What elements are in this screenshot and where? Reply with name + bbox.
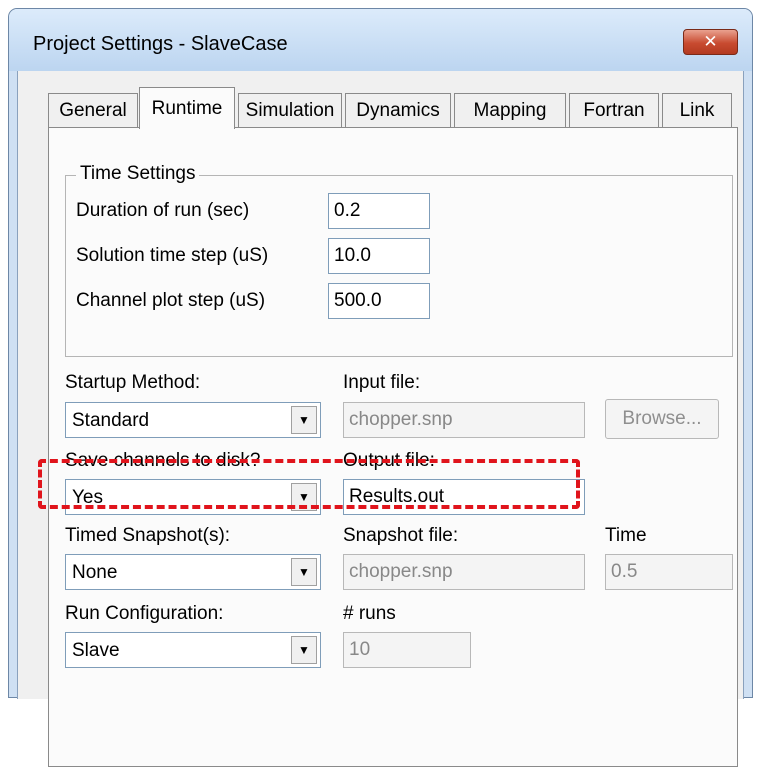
- chevron-down-icon[interactable]: ▼: [291, 406, 317, 434]
- browse-label: Browse...: [622, 408, 702, 429]
- browse-button[interactable]: Browse...: [605, 399, 719, 439]
- timed-snapshot-label: Timed Snapshot(s):: [65, 525, 231, 546]
- chevron-down-icon[interactable]: ▼: [291, 558, 317, 586]
- tab-general[interactable]: General: [48, 93, 138, 128]
- close-icon: ✕: [703, 32, 718, 51]
- output-file-input[interactable]: [343, 479, 585, 515]
- tab-dynamics[interactable]: Dynamics: [345, 93, 451, 128]
- tab-runtime[interactable]: Runtime: [139, 87, 235, 129]
- duration-input[interactable]: [328, 193, 430, 229]
- tab-link[interactable]: Link: [662, 93, 732, 128]
- save-channels-select[interactable]: Yes ▼: [65, 479, 321, 515]
- startup-method-label: Startup Method:: [65, 372, 201, 393]
- time-settings-group: Time Settings Duration of run (sec) Solu…: [65, 163, 733, 357]
- tab-label: Runtime: [151, 97, 223, 119]
- chevron-down-icon[interactable]: ▼: [291, 483, 317, 511]
- time-settings-legend: Time Settings: [76, 163, 200, 185]
- tab-label: Simulation: [245, 100, 335, 121]
- run-config-label: Run Configuration:: [65, 603, 224, 624]
- timed-snapshot-select[interactable]: None ▼: [65, 554, 321, 590]
- input-file-input[interactable]: [343, 402, 585, 438]
- output-file-label: Output file:: [343, 450, 435, 471]
- tab-fortran[interactable]: Fortran: [569, 93, 659, 128]
- timestep-input[interactable]: [328, 238, 430, 274]
- close-button[interactable]: ✕: [683, 29, 738, 55]
- tab-label: General: [59, 100, 127, 121]
- duration-label: Duration of run (sec): [76, 200, 250, 221]
- run-config-select[interactable]: Slave ▼: [65, 632, 321, 668]
- timed-snapshot-value: None: [72, 562, 118, 583]
- title-bar[interactable]: Project Settings - SlaveCase ✕: [9, 9, 752, 71]
- input-file-label: Input file:: [343, 372, 421, 393]
- snapshot-file-input[interactable]: [343, 554, 585, 590]
- time-label: Time: [605, 525, 647, 546]
- tab-label: Mapping: [473, 100, 547, 121]
- run-config-value: Slave: [72, 640, 120, 661]
- save-channels-label: Save channels to disk?: [65, 450, 261, 471]
- plotstep-input[interactable]: [328, 283, 430, 319]
- snapshot-file-label: Snapshot file:: [343, 525, 459, 546]
- snapshot-time-input[interactable]: [605, 554, 733, 590]
- startup-method-value: Standard: [72, 410, 150, 431]
- runs-input[interactable]: [343, 632, 471, 668]
- runs-label: # runs: [343, 603, 396, 624]
- tab-label: Dynamics: [356, 100, 440, 121]
- window-title: Project Settings - SlaveCase: [33, 33, 288, 55]
- startup-method-select[interactable]: Standard ▼: [65, 402, 321, 438]
- project-settings-window: Project Settings - SlaveCase ✕ General R…: [8, 8, 753, 767]
- tab-mapping[interactable]: Mapping: [454, 93, 566, 128]
- dialog-client-area: General Runtime Simulation Dynamics Mapp…: [17, 71, 744, 767]
- runtime-panel: Time Settings Duration of run (sec) Solu…: [48, 127, 738, 767]
- plotstep-label: Channel plot step (uS): [76, 290, 266, 311]
- tab-label: Fortran: [583, 100, 645, 121]
- tab-simulation[interactable]: Simulation: [238, 93, 342, 128]
- save-channels-value: Yes: [72, 487, 103, 508]
- timestep-label: Solution time step (uS): [76, 245, 269, 266]
- tab-label: Link: [679, 100, 715, 121]
- chevron-down-icon[interactable]: ▼: [291, 636, 317, 664]
